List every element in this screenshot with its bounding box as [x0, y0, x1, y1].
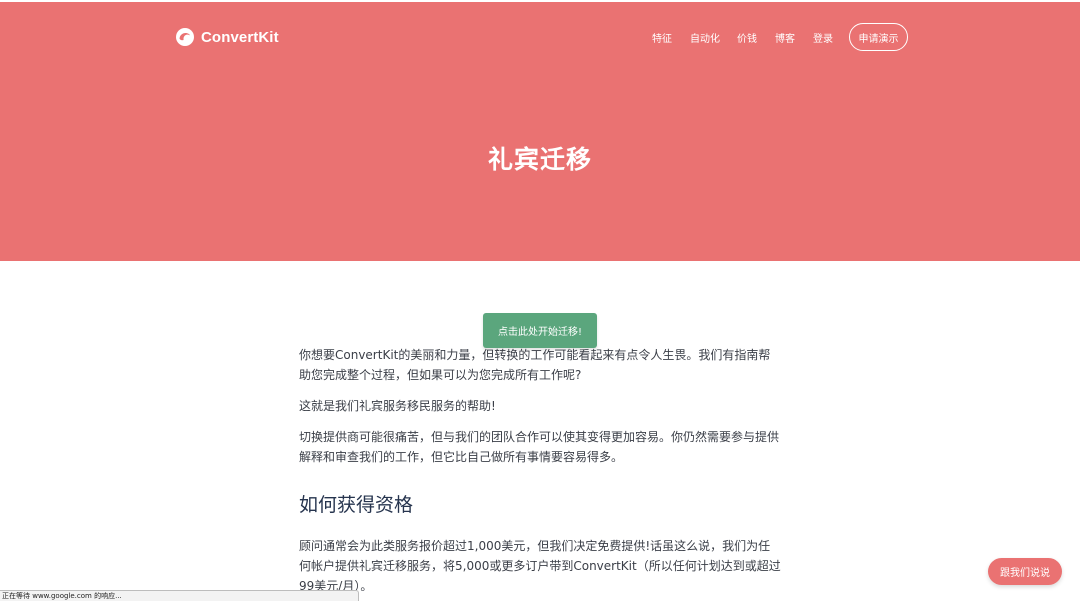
help-paragraph: 这就是我们礼宾服务移民服务的帮助! — [299, 399, 496, 413]
start-migration-button[interactable]: 点击此处开始迁移! — [483, 313, 597, 348]
intro-paragraph: 你想要ConvertKit的美丽和力量，但转换的工作可能看起来有点令人生畏。我们… — [299, 348, 771, 382]
nav-item-blog[interactable]: 博客 — [775, 30, 795, 45]
hero-banner: ConvertKit 特征 自动化 价钱 博客 登录 申请演示 礼宾迁移 — [0, 2, 1080, 261]
nav-item-features[interactable]: 特征 — [652, 30, 672, 45]
eligibility-heading: 如何获得资格 — [299, 494, 414, 516]
chat-button[interactable]: 跟我们说说 — [988, 558, 1062, 585]
nav-item-automation[interactable]: 自动化 — [690, 30, 720, 45]
switching-paragraph: 切换提供商可能很痛苦，但与我们的团队合作可以使其变得更加容易。你仍然需要参与提供… — [299, 430, 780, 464]
nav-item-pricing[interactable]: 价钱 — [737, 30, 757, 45]
page-title: 礼宾迁移 — [487, 145, 592, 174]
nav-item-login[interactable]: 登录 — [813, 30, 833, 45]
browser-status-bar: 正在等待 www.google.com 的响应... — [0, 590, 359, 601]
article-body: 你想要ConvertKit的美丽和力量，但转换的工作可能看起来有点令人生畏。我们… — [299, 345, 781, 607]
main-nav: 特征 自动化 价钱 博客 登录 申请演示 — [0, 23, 1080, 51]
eligibility-paragraph: 顾问通常会为此类服务报价超过1,000美元，但我们决定免费提供!话虽这么说，我们… — [299, 539, 781, 593]
request-demo-button[interactable]: 申请演示 — [849, 23, 908, 51]
